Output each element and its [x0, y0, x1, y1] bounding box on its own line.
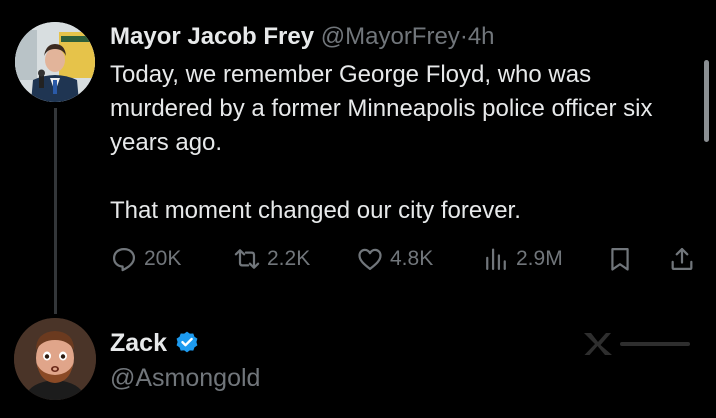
avatar-photo-zack	[14, 318, 96, 400]
author-avatar[interactable]	[15, 22, 95, 102]
tweet-paragraph-2: That moment changed our city forever.	[110, 197, 521, 224]
verified-badge-icon	[176, 331, 198, 353]
reply-icon	[112, 247, 136, 272]
heart-icon	[358, 248, 382, 271]
bookmark-icon	[611, 247, 629, 271]
like-count: 4.8K	[390, 247, 434, 270]
tweet-action-bar: 20K 2.2K 4.8K 2.9M	[110, 241, 710, 277]
tweet-paragraph-1: Today, we remember George Floyd, who was…	[110, 61, 653, 156]
repost-count: 2.2K	[267, 247, 311, 270]
reply-author-avatar[interactable]	[14, 318, 96, 400]
like-button[interactable]: 4.8K	[356, 241, 433, 277]
bookmark-button[interactable]	[606, 241, 634, 277]
views-bar-chart-icon	[486, 248, 506, 271]
share-icon	[671, 247, 693, 271]
scrollbar-thumb[interactable]	[704, 60, 709, 142]
thread-connector-line	[54, 108, 57, 314]
tweet-header: Mayor Jacob Frey @MayorFrey·4h	[110, 21, 495, 53]
avatar-photo-frey	[15, 22, 95, 102]
header-separator: ·	[459, 23, 468, 50]
reply-author-handle[interactable]: @Asmongold	[110, 362, 260, 394]
share-button[interactable]	[668, 241, 696, 277]
views-button[interactable]: 2.9M	[482, 241, 563, 277]
author-handle[interactable]: @MayorFrey	[321, 23, 460, 50]
author-name[interactable]: Mayor Jacob Frey	[110, 23, 314, 50]
repost-icon	[234, 249, 260, 269]
views-count: 2.9M	[516, 247, 563, 270]
tweet-timestamp[interactable]: 4h	[468, 23, 495, 50]
reply-button[interactable]: 20K	[110, 241, 181, 277]
reply-author-name[interactable]: Zack	[110, 329, 167, 358]
reply-author-row: Zack	[110, 326, 200, 360]
tweet-text: Today, we remember George Floyd, who was…	[110, 58, 700, 228]
repost-button[interactable]: 2.2K	[233, 241, 310, 277]
reply-count: 20K	[144, 247, 182, 270]
x-logo-watermark-icon	[584, 333, 690, 355]
